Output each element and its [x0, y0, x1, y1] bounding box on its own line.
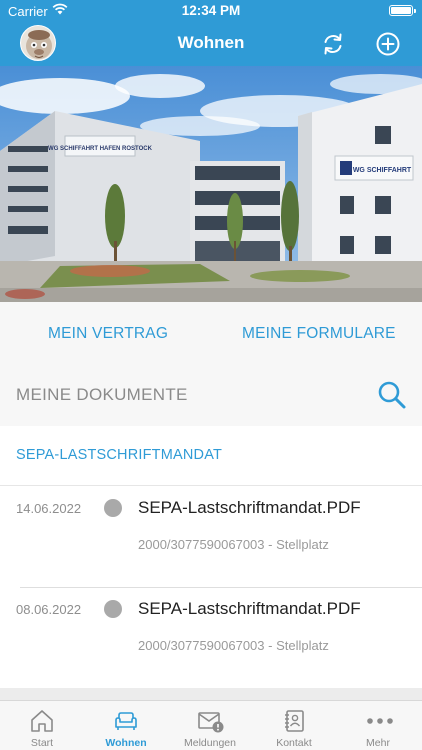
document-row[interactable]: 14.06.2022 SEPA-Lastschriftmandat.PDF 20… — [0, 487, 422, 587]
documents-header: MEINE DOKUMENTE — [0, 364, 422, 426]
tab-kontakt[interactable]: Kontakt — [252, 701, 336, 750]
document-detail: 2000/3077590067003 - Stellplatz — [138, 638, 329, 653]
status-bar: Carrier 12:34 PM — [0, 0, 422, 22]
document-filename: SEPA-Lastschriftmandat.PDF — [138, 498, 361, 517]
more-dots-icon — [367, 718, 393, 724]
clock: 12:34 PM — [181, 3, 241, 18]
tab-wohnen[interactable]: Wohnen — [84, 701, 168, 750]
status-dot-icon — [104, 499, 122, 517]
tab-bar: Start Wohnen Meldungen Kontakt Mehr — [0, 700, 422, 750]
mail-alert-icon — [198, 712, 224, 733]
sofa-icon — [115, 712, 137, 730]
document-filename: SEPA-Lastschriftmandat.PDF — [138, 599, 361, 618]
tab-start[interactable]: Start — [0, 701, 84, 750]
app-header: Carrier 12:34 PM Wohnen — [0, 0, 422, 66]
status-dot-icon — [104, 600, 122, 618]
svg-text:WG SCHIFFAHRT: WG SCHIFFAHRT — [353, 167, 412, 174]
contact-book-icon — [285, 710, 304, 732]
search-button[interactable] — [376, 379, 408, 411]
meine-formulare-link[interactable]: MEINE FORMULARE — [242, 325, 396, 343]
battery-icon — [389, 5, 416, 16]
tab-mehr[interactable]: Mehr — [336, 701, 420, 750]
document-date: 08.06.2022 — [16, 602, 82, 617]
tab-meldungen[interactable]: Meldungen — [168, 701, 252, 750]
tab-label: Mehr — [366, 737, 390, 749]
quick-links: MEIN VERTRAG MEINE FORMULARE — [0, 302, 422, 364]
building-photo: WG SCHIFFAHRT HAFEN ROSTOCK WG SCHIFFAHR… — [0, 66, 422, 302]
mein-vertrag-link[interactable]: MEIN VERTRAG — [48, 325, 168, 343]
building-sign-left: WG SCHIFFAHRT HAFEN ROSTOCK — [48, 146, 153, 152]
search-icon — [378, 381, 406, 409]
tab-label: Meldungen — [184, 737, 236, 749]
documents-title: MEINE DOKUMENTE — [16, 385, 188, 404]
add-button[interactable] — [374, 30, 402, 58]
page-title: Wohnen — [177, 33, 245, 52]
category-header[interactable]: SEPA-LASTSCHRIFTMANDAT — [0, 426, 422, 486]
document-date: 14.06.2022 — [16, 501, 82, 516]
list-end-divider — [0, 688, 422, 700]
tab-label: Kontakt — [276, 737, 312, 749]
tab-label: Wohnen — [105, 737, 147, 749]
plus-circle-icon — [376, 32, 400, 56]
sync-icon — [324, 33, 342, 55]
tab-label: Start — [30, 737, 54, 749]
home-icon — [31, 710, 53, 732]
document-detail: 2000/3077590067003 - Stellplatz — [138, 537, 329, 552]
category-title: SEPA-LASTSCHRIFTMANDAT — [16, 447, 223, 463]
sync-button[interactable] — [319, 30, 347, 58]
document-row[interactable]: 08.06.2022 SEPA-Lastschriftmandat.PDF 20… — [0, 588, 422, 688]
